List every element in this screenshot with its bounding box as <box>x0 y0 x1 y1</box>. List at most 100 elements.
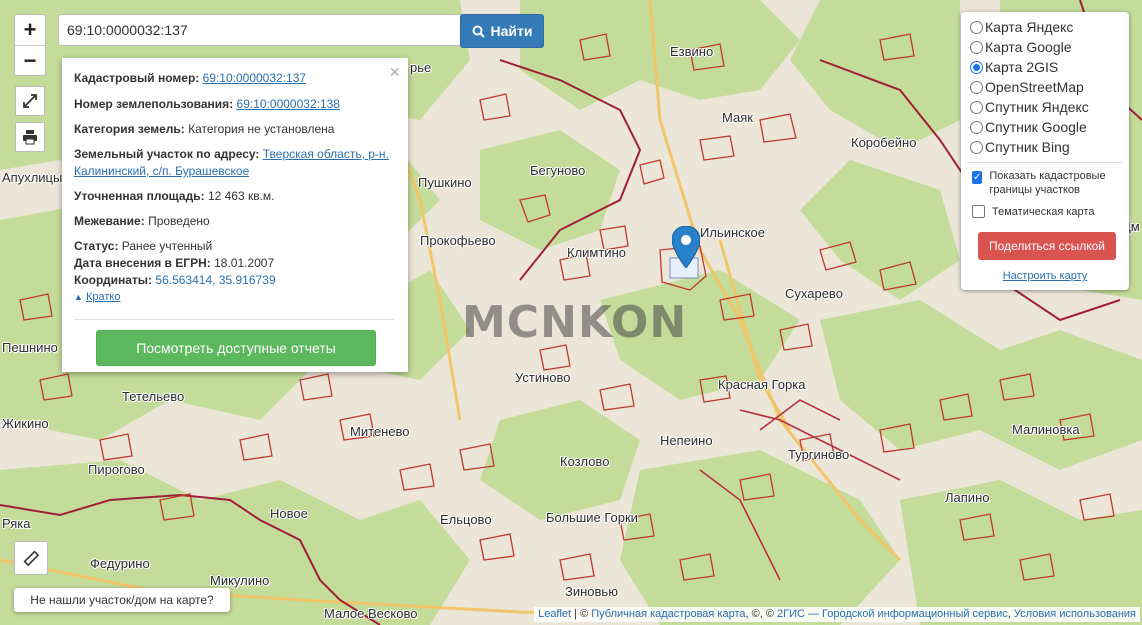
layer-label: OpenStreetMap <box>985 79 1084 95</box>
place-label: Климтино <box>567 245 626 260</box>
place-label: Тургиново <box>788 447 850 462</box>
ruler-icon <box>23 550 40 567</box>
egrn-date-row: Дата внесения в ЕГРН: 18.01.2007 <box>74 255 392 272</box>
layer-label: Спутник Bing <box>985 139 1070 155</box>
place-label: Ряка <box>2 516 31 531</box>
layer-option-2gis-map[interactable]: Карта 2GIS <box>970 57 1058 77</box>
terms-link[interactable]: Условия использования <box>1014 608 1136 620</box>
place-label: Новое <box>270 506 308 521</box>
layer-option-google-satellite[interactable]: Спутник Google <box>970 117 1087 137</box>
place-label: Прокофьево <box>420 233 496 248</box>
radio-icon[interactable] <box>970 40 983 54</box>
area-label: Уточненная площадь: <box>74 189 205 203</box>
checkbox-checked-icon[interactable]: ✓ <box>972 171 983 184</box>
address-row: Земельный участок по адресу: Тверская об… <box>74 146 392 180</box>
leaflet-link[interactable]: Leaflet <box>538 608 571 620</box>
place-label: Пирогово <box>88 462 145 477</box>
search-icon <box>472 25 485 38</box>
address-label: Земельный участок по адресу: <box>74 147 260 161</box>
place-label: Коробейно <box>851 135 917 150</box>
land-use-link[interactable]: 69:10:0000032:138 <box>237 97 340 111</box>
place-label: Пушкино <box>418 175 472 190</box>
place-label: Сухарево <box>785 286 843 301</box>
brief-toggle[interactable]: ▲ Кратко <box>74 289 392 306</box>
place-label: Непеино <box>660 433 713 448</box>
place-label: Лапино <box>945 490 990 505</box>
printer-icon <box>23 130 37 145</box>
search-button[interactable]: Найти <box>460 14 544 48</box>
not-found-button[interactable]: Не нашли участок/дом на карте? <box>14 588 230 612</box>
pkk-link[interactable]: Публичная кадастровая карта <box>591 608 745 620</box>
layer-option-bing-satellite[interactable]: Спутник Bing <box>970 137 1070 157</box>
radio-icon[interactable] <box>970 80 983 94</box>
place-label: Устиново <box>515 370 571 385</box>
place-label: Ельцово <box>440 512 492 527</box>
share-link-button[interactable]: Поделиться ссылкой <box>978 232 1116 260</box>
attribution-separator: , ©, © <box>745 608 777 620</box>
cadastral-number-link[interactable]: 69:10:0000032:137 <box>203 71 306 85</box>
layer-option-google-map[interactable]: Карта Google <box>970 37 1072 57</box>
divider <box>74 319 394 320</box>
configure-map-link[interactable]: Настроить карту <box>961 270 1129 282</box>
egrn-date-value: 18.01.2007 <box>214 256 275 270</box>
status-label: Статус: <box>74 239 119 253</box>
place-label: Малиновка <box>1012 422 1080 437</box>
survey-row: Межевание: Проведено <box>74 213 392 230</box>
map-attribution: Leaflet | © Публичная кадастровая карта,… <box>534 607 1140 622</box>
place-label: Митенево <box>350 424 410 439</box>
caret-up-icon: ▲ <box>74 292 83 302</box>
status-value: Ранее учтенный <box>121 239 213 253</box>
zoom-out-button[interactable]: − <box>15 45 45 76</box>
layer-option-yandex-satellite[interactable]: Спутник Яндекс <box>970 97 1089 117</box>
ruler-button[interactable] <box>14 541 48 575</box>
location-marker-icon[interactable] <box>672 226 700 268</box>
land-use-label: Номер землепользования: <box>74 97 234 111</box>
cadastral-number-label: Кадастровый номер: <box>74 71 200 85</box>
zoom-in-button[interactable]: + <box>15 15 45 45</box>
layer-label: Карта Яндекс <box>985 19 1074 35</box>
fullscreen-button[interactable] <box>15 86 45 116</box>
radio-icon[interactable] <box>970 120 983 134</box>
radio-selected-icon[interactable] <box>970 60 983 74</box>
show-cadastral-option[interactable]: ✓ Показать кадастровые границы участков <box>972 169 1122 197</box>
coordinates-label: Координаты: <box>74 273 153 287</box>
layer-option-osm[interactable]: OpenStreetMap <box>970 77 1084 97</box>
parcel-info-popup: × Кадастровый номер: 69:10:0000032:137 Н… <box>62 58 408 372</box>
survey-label: Межевание: <box>74 214 145 228</box>
thematic-map-label: Тематическая карта <box>992 205 1095 218</box>
coordinates-row: Координаты: 56.563414, 35.916739 <box>74 272 392 289</box>
search-button-label: Найти <box>490 23 533 39</box>
view-reports-button[interactable]: Посмотреть доступные отчеты <box>96 330 376 366</box>
expand-icon <box>23 94 37 108</box>
zoom-control: + − <box>14 14 46 76</box>
place-label: Ильинское <box>700 225 765 240</box>
place-label: Тетельево <box>122 389 185 404</box>
thematic-map-option[interactable]: Тематическая карта <box>972 205 1094 218</box>
radio-icon[interactable] <box>970 100 983 114</box>
layer-option-yandex-map[interactable]: Карта Яндекс <box>970 17 1073 37</box>
place-label: Малое Весково <box>324 606 418 621</box>
place-label: Маяк <box>722 110 753 125</box>
layer-label: Спутник Google <box>985 119 1087 135</box>
checkbox-icon[interactable] <box>972 205 985 218</box>
layer-label: Спутник Яндекс <box>985 99 1089 115</box>
egrn-date-label: Дата внесения в ЕГРН: <box>74 256 211 270</box>
radio-icon[interactable] <box>970 140 983 154</box>
place-label: Бегуново <box>530 163 586 178</box>
layer-label: Карта Google <box>985 39 1072 55</box>
layer-switcher: Карта Яндекс Карта Google Карта 2GIS Ope… <box>961 12 1129 290</box>
category-row: Категория земель: Категория не установле… <box>74 121 392 138</box>
place-label: Зиновью <box>565 584 618 599</box>
land-use-row: Номер землепользования: 69:10:0000032:13… <box>74 96 392 113</box>
2gis-link[interactable]: 2ГИС — Городской информационный сервис <box>777 608 1008 620</box>
attribution-separator: | © <box>571 608 592 620</box>
place-label: Микулино <box>210 573 270 588</box>
search-input[interactable] <box>58 14 466 46</box>
radio-icon[interactable] <box>970 20 983 34</box>
divider <box>967 162 1123 163</box>
brief-link[interactable]: Кратко <box>86 291 121 303</box>
print-button[interactable] <box>15 122 45 152</box>
coordinates-value: 56.563414, 35.916739 <box>155 273 276 287</box>
show-cadastral-label: Показать кадастровые границы участков <box>989 170 1106 196</box>
place-label: рье <box>410 60 432 75</box>
